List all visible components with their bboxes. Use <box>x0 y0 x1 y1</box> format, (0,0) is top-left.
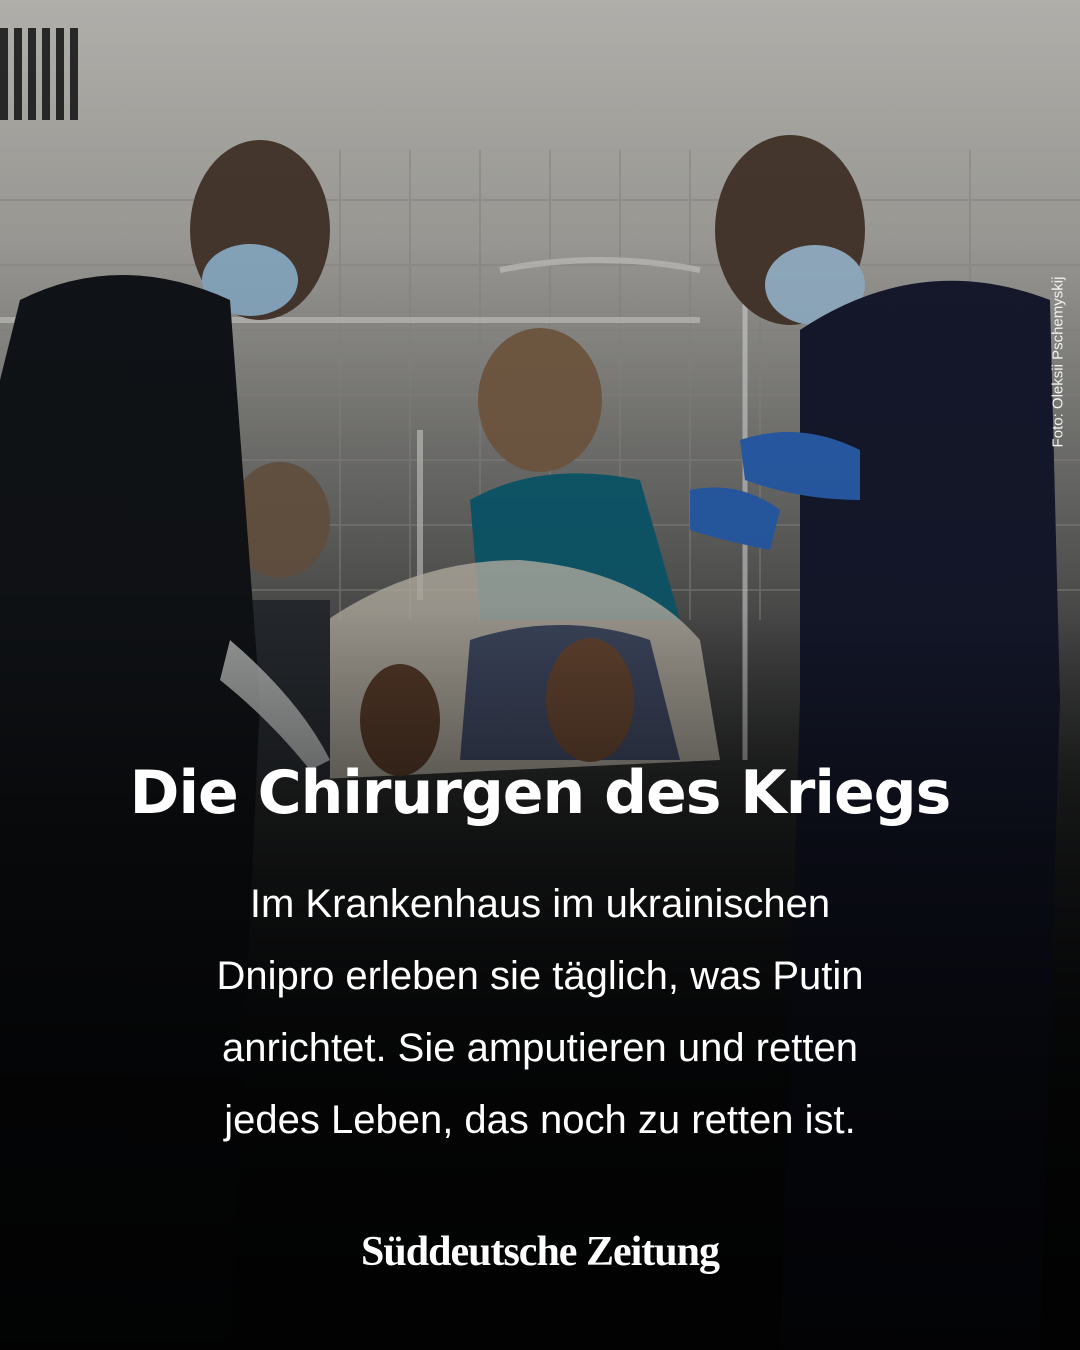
teaser-text: Im Krankenhaus im ukrainischen Dnipro er… <box>90 868 990 1156</box>
photo-credit: Foto: Oleksii Pschemyskij <box>1049 276 1067 448</box>
instagram-post: Foto: Oleksii Pschemyskij Die Chirurgen … <box>0 0 1080 1350</box>
teaser-line: jedes Leben, das noch zu retten ist. <box>224 1098 856 1142</box>
teaser-line: anrichtet. Sie amputieren und retten <box>222 1026 858 1070</box>
teaser-line: Im Krankenhaus im ukrainischen <box>249 882 831 926</box>
brand-logo: Süddeutsche Zeitung <box>361 1229 720 1275</box>
teaser-line: Dnipro erleben sie täglich, was Putin <box>216 954 864 998</box>
headline: Die Chirurgen des Kriegs <box>129 758 952 828</box>
